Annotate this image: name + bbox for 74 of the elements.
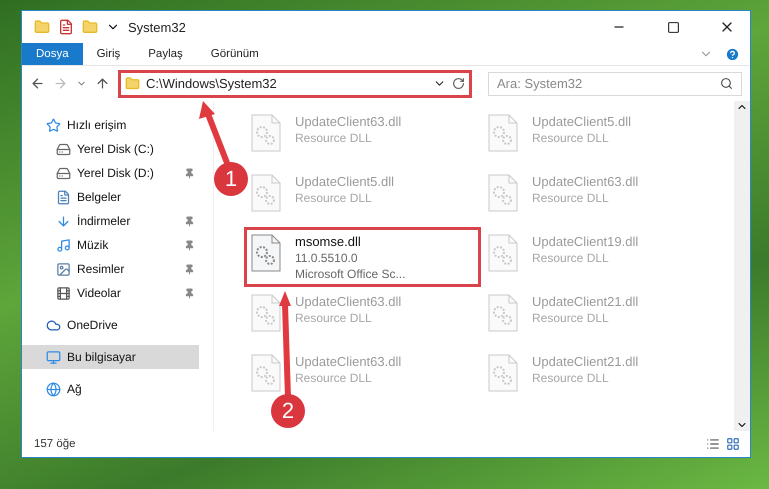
- download-icon: [56, 214, 71, 228]
- file-name: UpdateClient5.dll: [295, 174, 394, 189]
- highlighted-file-item[interactable]: msomse.dll 11.0.5510.0 Microsoft Office Sc...: [244, 227, 481, 287]
- sidebar-item[interactable]: Hızlı erişim: [22, 113, 199, 137]
- pc-icon: [46, 350, 61, 364]
- network-icon: [46, 382, 61, 396]
- pictures-icon: [56, 262, 71, 276]
- gear-file-icon: [488, 234, 518, 272]
- gear-file-icon: [251, 294, 281, 332]
- sidebar-item[interactable]: OneDrive: [22, 313, 199, 337]
- drive-icon: [56, 142, 71, 156]
- music-icon: [56, 238, 71, 252]
- search-icon: [720, 77, 733, 90]
- file-detail: Resource DLL: [532, 251, 610, 265]
- file-name: UpdateClient19.dll: [532, 234, 638, 249]
- ribbon-tab[interactable]: Görünüm: [196, 43, 273, 65]
- folder-icon: [125, 76, 140, 91]
- back-icon[interactable]: [30, 76, 45, 91]
- ribbon-tab[interactable]: Dosya: [22, 43, 83, 65]
- file-name: UpdateClient63.dll: [295, 114, 402, 129]
- gear-file-icon: [251, 174, 281, 212]
- up-icon[interactable]: [95, 76, 110, 91]
- sidebar-item[interactable]: Yerel Disk (D:): [22, 161, 199, 185]
- file-detail: Microsoft Office Sc...: [295, 267, 406, 281]
- gear-file-icon: [488, 174, 518, 212]
- help-icon[interactable]: [725, 46, 740, 62]
- sidebar-item[interactable]: Bu bilgisayar: [22, 345, 199, 369]
- details-view-icon[interactable]: [706, 437, 720, 451]
- ribbon-tab[interactable]: Paylaş: [134, 43, 197, 65]
- refresh-icon[interactable]: [452, 77, 465, 90]
- gear-file-icon: [488, 294, 518, 332]
- file-detail: Resource DLL: [295, 311, 373, 325]
- file-detail: 11.0.5510.0: [295, 251, 359, 265]
- file-detail: Resource DLL: [295, 131, 373, 145]
- sidebar-item[interactable]: Ağ: [22, 377, 199, 401]
- tiles-view-icon[interactable]: [726, 437, 740, 451]
- gear-file-icon: [251, 234, 281, 272]
- cloud-icon: [46, 318, 61, 332]
- file-name: UpdateClient21.dll: [532, 294, 638, 309]
- file-detail: Resource DLL: [532, 311, 610, 325]
- gear-file-icon: [251, 354, 281, 392]
- sidebar-item[interactable]: Videolar: [22, 281, 199, 305]
- scrollbar[interactable]: [734, 101, 750, 431]
- file-detail: Resource DLL: [532, 371, 610, 385]
- drive-icon: [56, 166, 71, 180]
- file-detail: Resource DLL: [295, 371, 373, 385]
- video-icon: [56, 286, 71, 300]
- doc-icon: [56, 190, 71, 204]
- file-name: msomse.dll: [295, 234, 362, 249]
- file-name: UpdateClient21.dll: [532, 354, 638, 369]
- maximize-icon[interactable]: [666, 20, 680, 34]
- search-field[interactable]: Ara: System32: [488, 72, 742, 96]
- address-bar[interactable]: C:\Windows\System32: [118, 70, 472, 98]
- sidebar-item[interactable]: Yerel Disk (C:): [22, 137, 199, 161]
- file-name: UpdateClient5.dll: [532, 114, 632, 129]
- item-count: 157 öğe: [34, 438, 76, 450]
- star-icon: [46, 118, 61, 132]
- ribbon-tab[interactable]: Giriş: [82, 43, 134, 65]
- file-detail: Resource DLL: [295, 191, 373, 205]
- file-name: UpdateClient63.dll: [532, 174, 638, 189]
- sidebar-item[interactable]: Müzik: [22, 233, 199, 257]
- sidebar-item[interactable]: Belgeler: [22, 185, 199, 209]
- gear-file-icon: [488, 114, 518, 152]
- file-detail: Resource DLL: [532, 131, 610, 145]
- window-title: System32: [128, 20, 187, 34]
- properties-icon[interactable]: [58, 19, 74, 35]
- sidebar-item[interactable]: İndirmeler: [22, 209, 199, 233]
- sidebar-item[interactable]: Resimler: [22, 257, 199, 281]
- file-name: UpdateClient63.dll: [295, 354, 402, 369]
- file-name: UpdateClient63.dll: [295, 294, 402, 309]
- gear-file-icon: [251, 114, 281, 152]
- file-detail: Resource DLL: [532, 191, 610, 205]
- address-path: C:\Windows\System32: [146, 76, 278, 91]
- gear-file-icon: [488, 354, 518, 392]
